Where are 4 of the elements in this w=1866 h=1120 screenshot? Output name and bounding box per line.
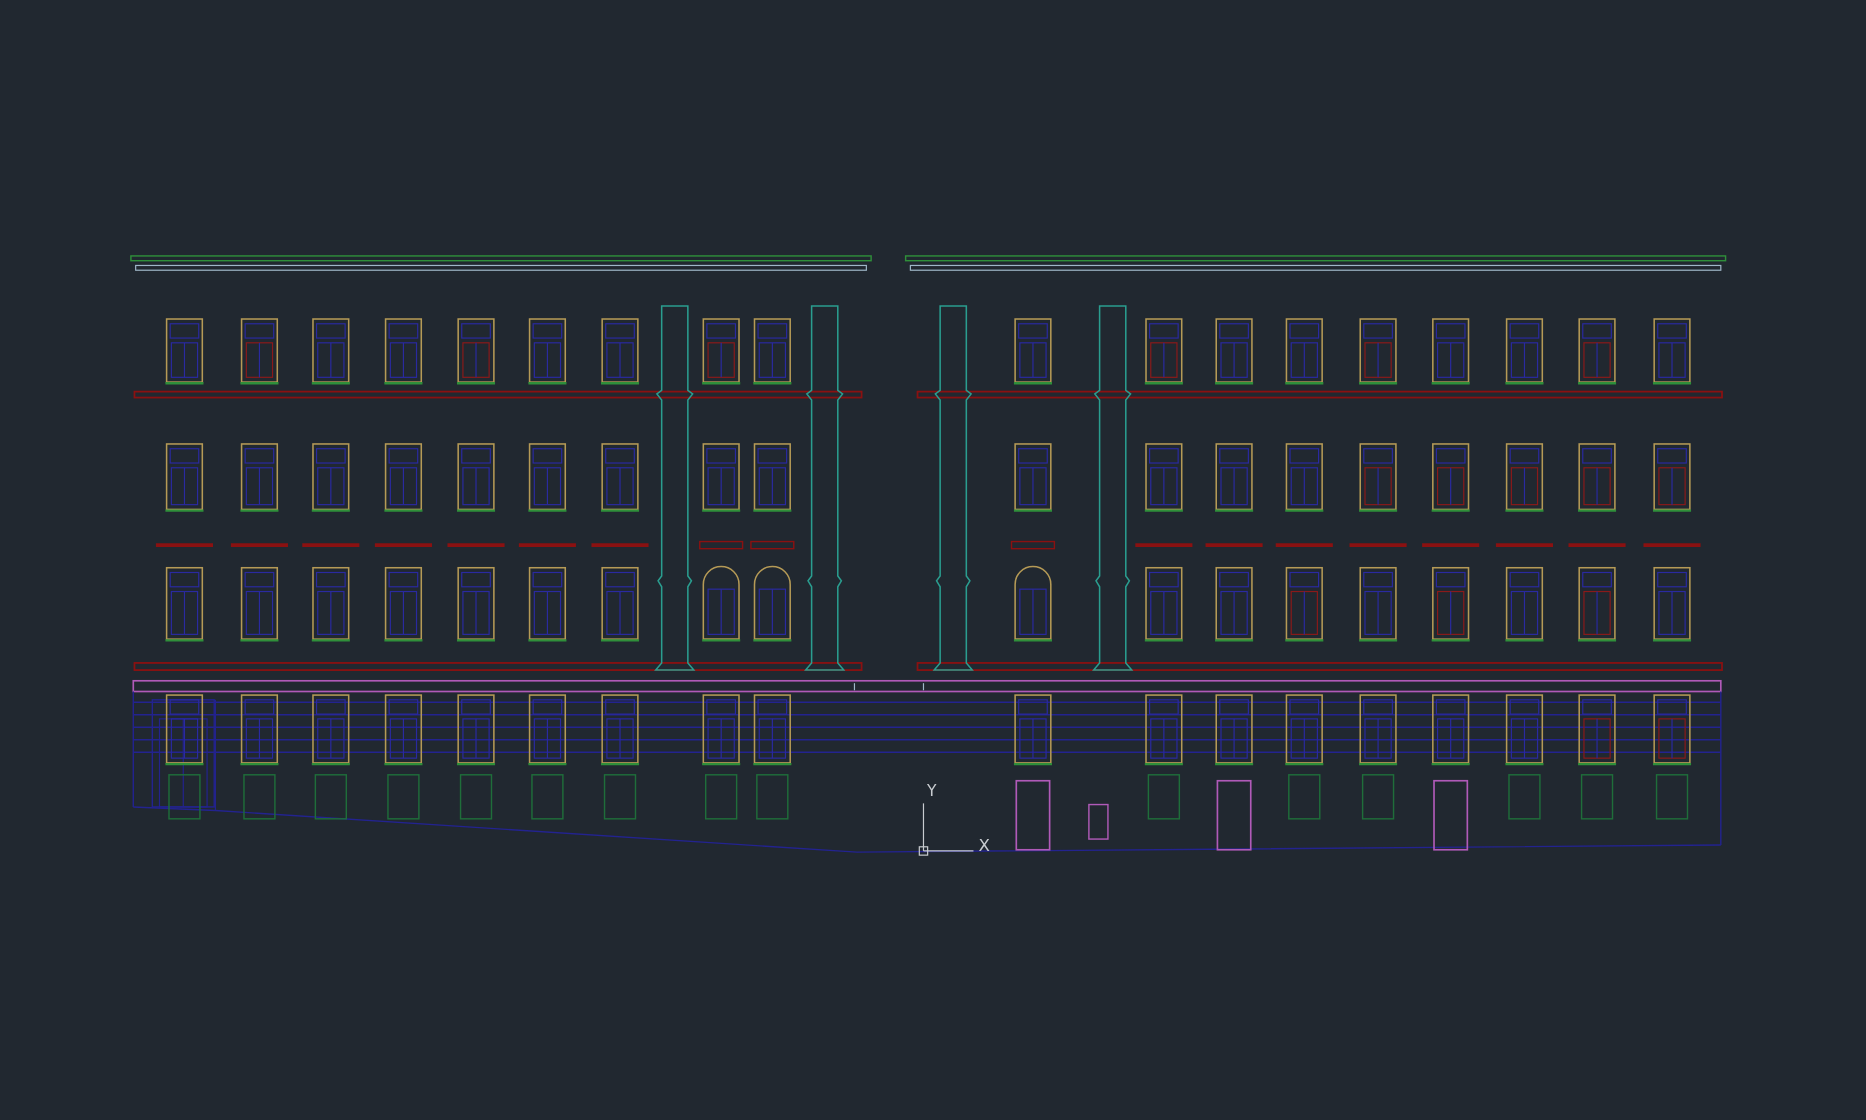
y-axis-label: Y [927, 782, 937, 801]
cad-drawing-canvas[interactable]: Y X [0, 0, 1866, 1120]
ucs-axis-icon [918, 802, 975, 856]
x-axis-label: X [978, 835, 990, 855]
